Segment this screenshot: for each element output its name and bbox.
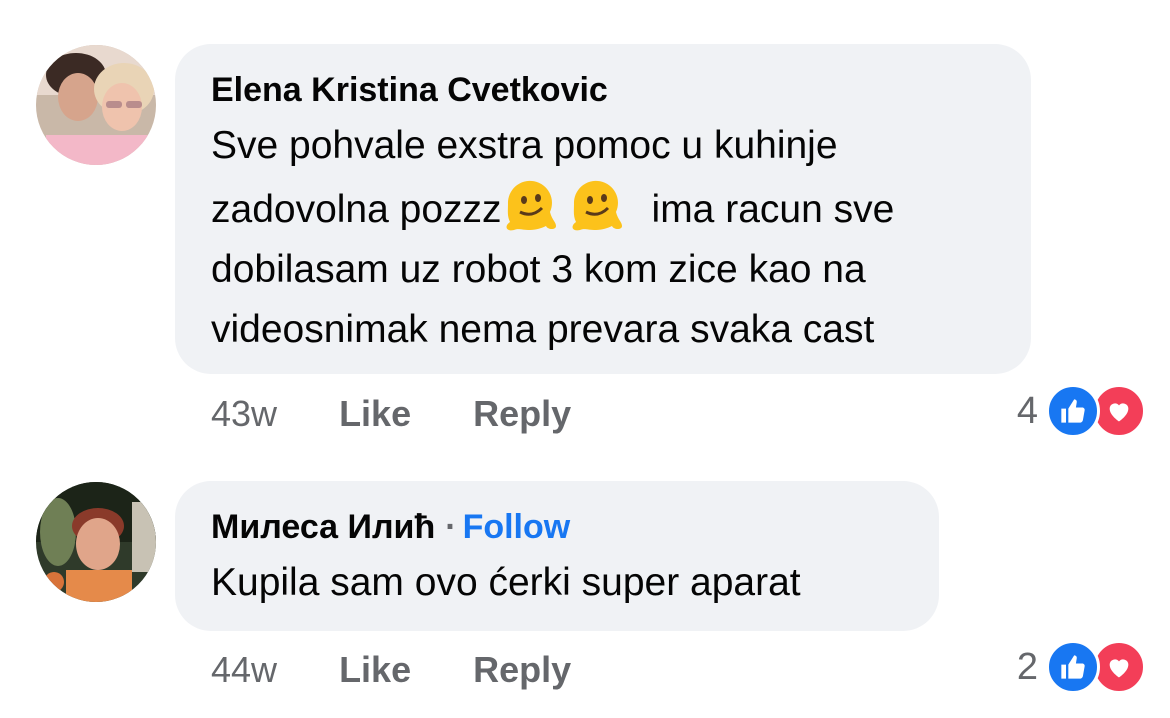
comment-author[interactable]: Elena Kristina Cvetkovic bbox=[211, 70, 995, 110]
melting-face-icon bbox=[502, 176, 558, 232]
reaction-summary[interactable]: 4 bbox=[1016, 384, 1146, 438]
comment-text: Sve pohvale exstra pomoc u kuhinje zadov… bbox=[211, 124, 895, 351]
avatar[interactable] bbox=[36, 482, 156, 602]
separator-dot: · bbox=[445, 508, 457, 546]
avatar-photo bbox=[36, 45, 156, 165]
like-icon bbox=[1046, 384, 1100, 438]
love-icon bbox=[1092, 640, 1146, 694]
comment-text: Kupila sam ovo ćerki super aparat bbox=[211, 561, 801, 604]
melting-face-icon bbox=[568, 176, 624, 232]
reaction-summary[interactable]: 2 bbox=[1016, 640, 1146, 694]
avatar[interactable] bbox=[36, 45, 156, 165]
comment-timestamp[interactable]: 44w bbox=[211, 649, 277, 690]
love-icon bbox=[1092, 384, 1146, 438]
like-icon bbox=[1046, 640, 1100, 694]
comment-author[interactable]: Милеса Илић bbox=[211, 508, 435, 546]
reaction-count: 4 bbox=[1016, 389, 1038, 432]
comment-header: Милеса Илић · Follow bbox=[211, 507, 903, 547]
avatar-photo bbox=[36, 482, 156, 602]
like-button[interactable]: Like bbox=[339, 393, 411, 434]
reply-button[interactable]: Reply bbox=[473, 393, 571, 434]
comment-bubble: Милеса Илић · Follow Kupila sam ovo ćerki … bbox=[175, 481, 939, 631]
comment-timestamp[interactable]: 43w bbox=[211, 393, 277, 434]
comment-bubble: Elena Kristina Cvetkovic Sve pohvale exs… bbox=[175, 44, 1031, 374]
comment-actions: 43w Like Reply bbox=[211, 394, 623, 434]
comment-actions: 44w Like Reply bbox=[211, 650, 623, 690]
reaction-count: 2 bbox=[1016, 645, 1038, 688]
reply-button[interactable]: Reply bbox=[473, 649, 571, 690]
like-button[interactable]: Like bbox=[339, 649, 411, 690]
follow-button[interactable]: Follow bbox=[463, 508, 571, 546]
